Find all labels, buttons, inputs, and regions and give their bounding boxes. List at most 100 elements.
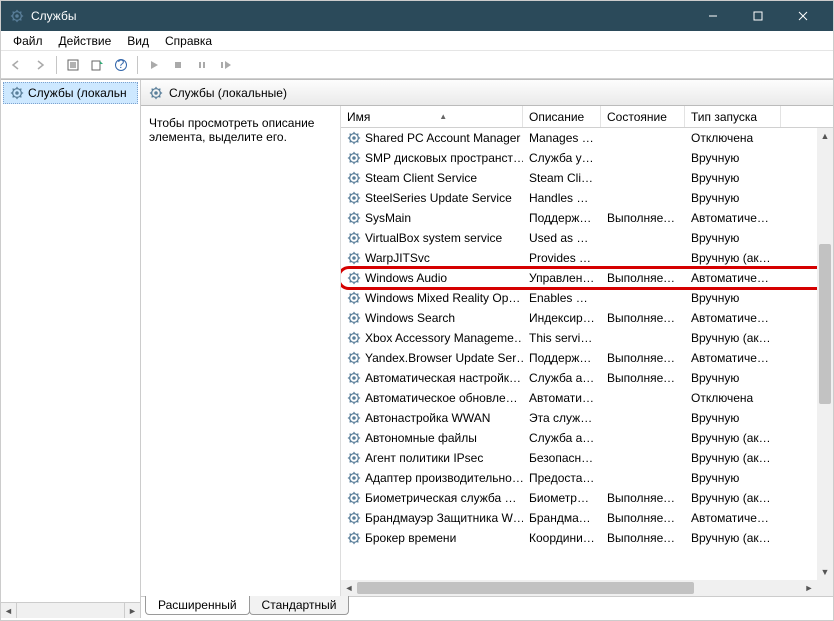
window-title: Службы — [31, 9, 76, 23]
service-status: Выполняется — [601, 211, 685, 225]
service-name: Yandex.Browser Update Ser… — [365, 351, 523, 365]
service-row[interactable]: WarpJITSvcProvides a …Вручную (ак… — [341, 248, 817, 268]
gear-icon — [347, 211, 361, 225]
service-desc: Used as a … — [523, 231, 601, 245]
pane-header: Службы (локальные) — [141, 80, 833, 106]
service-name: Windows Audio — [365, 271, 447, 285]
gear-icon — [347, 271, 361, 285]
service-row[interactable]: Steam Client Service Steam Clie… Вручную — [341, 168, 817, 188]
gear-icon — [347, 251, 361, 265]
service-name: Windows Mixed Reality Op… — [365, 291, 520, 305]
help-button[interactable]: ? — [110, 54, 132, 76]
service-startup: Вручную (ак… — [685, 251, 781, 265]
service-row[interactable]: Адаптер производительно…Предостав…Вручну… — [341, 468, 817, 488]
toolbar: ? — [1, 51, 833, 79]
properties-button[interactable] — [62, 54, 84, 76]
service-name: Агент политики IPsec — [365, 451, 483, 465]
service-startup: Вручную — [685, 191, 781, 205]
service-row[interactable]: Биометрическая служба …Биометри…Выполняе… — [341, 488, 817, 508]
service-name: Shared PC Account Manager — [365, 131, 520, 145]
maximize-button[interactable] — [735, 1, 780, 31]
service-row[interactable]: SysMainПоддержи…ВыполняетсяАвтоматиче… — [341, 208, 817, 228]
gear-icon — [347, 231, 361, 245]
service-startup: Вручную — [685, 231, 781, 245]
gear-icon — [347, 131, 361, 145]
service-row[interactable]: Автонастройка WWANЭта служб…Вручную — [341, 408, 817, 428]
service-row[interactable]: Автономные файлыСлужба ав…Вручную (ак… — [341, 428, 817, 448]
menu-help[interactable]: Справка — [157, 32, 220, 50]
service-name: Автоматическое обновле… — [365, 391, 518, 405]
forward-button[interactable] — [29, 54, 51, 76]
gear-icon — [347, 191, 361, 205]
service-name: VirtualBox system service — [365, 231, 502, 245]
service-desc: Эта служб… — [523, 411, 601, 425]
service-startup: Вручную — [685, 291, 781, 305]
service-row[interactable]: Shared PC Account ManagerManages p… Отклю… — [341, 128, 817, 148]
service-name: Steam Client Service — [365, 171, 477, 185]
tab-standard[interactable]: Стандартный — [249, 596, 350, 615]
tree-hscroll[interactable]: ◄► — [1, 602, 140, 618]
col-description[interactable]: Описание — [523, 106, 601, 127]
service-startup: Вручную (ак… — [685, 451, 781, 465]
service-desc: Служба уз… — [523, 151, 601, 165]
service-status: Выполняется — [601, 511, 685, 525]
col-startup[interactable]: Тип запуска — [685, 106, 781, 127]
tree-root-label: Службы (локальн — [28, 86, 127, 100]
vertical-scrollbar[interactable]: ▲▼ — [817, 128, 833, 580]
service-name: Брандмауэр Защитника W… — [365, 511, 523, 525]
service-row[interactable]: Автоматическое обновле…Автомати…Отключен… — [341, 388, 817, 408]
pane-title: Службы (локальные) — [169, 86, 287, 100]
service-name: Адаптер производительно… — [365, 471, 523, 485]
service-row[interactable]: Yandex.Browser Update Ser…Поддержи…Выпол… — [341, 348, 817, 368]
service-row[interactable]: VirtualBox system service Used as a … Вруч… — [341, 228, 817, 248]
gear-icon — [347, 391, 361, 405]
service-status: Выполняется — [601, 531, 685, 545]
service-row[interactable]: Windows AudioУправлен…ВыполняетсяАвтомат… — [341, 268, 817, 288]
service-desc: Автомати… — [523, 391, 601, 405]
service-startup: Вручную — [685, 411, 781, 425]
pause-button[interactable] — [191, 54, 213, 76]
service-startup: Вручную — [685, 171, 781, 185]
service-name: SysMain — [365, 211, 411, 225]
tree-root-services[interactable]: Службы (локальн — [3, 82, 138, 104]
tab-extended[interactable]: Расширенный — [145, 596, 250, 615]
service-desc: Координи… — [523, 531, 601, 545]
app-icon — [9, 8, 25, 24]
menubar: Файл Действие Вид Справка — [1, 31, 833, 51]
stop-button[interactable] — [167, 54, 189, 76]
restart-button[interactable] — [215, 54, 237, 76]
service-name: Xbox Accessory Manageme… — [365, 331, 523, 345]
service-desc: Handles u… — [523, 191, 601, 205]
start-button[interactable] — [143, 54, 165, 76]
service-row[interactable]: SteelSeries Update Service Handles u… Вруч… — [341, 188, 817, 208]
menu-view[interactable]: Вид — [119, 32, 157, 50]
close-button[interactable] — [780, 1, 825, 31]
service-desc: Безопасно… — [523, 451, 601, 465]
service-row[interactable]: Брокер времениКоордини…ВыполняетсяВручну… — [341, 528, 817, 548]
export-button[interactable] — [86, 54, 108, 76]
service-status: Выполняется — [601, 311, 685, 325]
service-row[interactable]: Windows Mixed Reality Op…Enables Mi…Вруч… — [341, 288, 817, 308]
menu-file[interactable]: Файл — [5, 32, 51, 50]
service-name: Биометрическая служба … — [365, 491, 517, 505]
services-list: Имя▲ Описание Состояние Тип запуска Shar… — [341, 106, 833, 596]
service-row[interactable]: Брандмауэр Защитника W…Брандмау…Выполняе… — [341, 508, 817, 528]
menu-action[interactable]: Действие — [51, 32, 120, 50]
gear-icon — [347, 411, 361, 425]
col-name[interactable]: Имя▲ — [341, 106, 523, 127]
service-desc: Manages p… — [523, 131, 601, 145]
service-startup: Отключена — [685, 131, 781, 145]
service-row[interactable]: Xbox Accessory Manageme…This servic…Вруч… — [341, 328, 817, 348]
service-desc: Служба ав… — [523, 371, 601, 385]
horizontal-scrollbar[interactable]: ◄► — [341, 580, 817, 596]
service-row[interactable]: SMP дисковых пространст…Служба уз…Вручну… — [341, 148, 817, 168]
service-desc: Steam Clie… — [523, 171, 601, 185]
back-button[interactable] — [5, 54, 27, 76]
service-row[interactable]: Автоматическая настройк…Служба ав…Выполн… — [341, 368, 817, 388]
minimize-button[interactable] — [690, 1, 735, 31]
service-row[interactable]: Windows SearchИндексир…ВыполняетсяАвтома… — [341, 308, 817, 328]
col-status[interactable]: Состояние — [601, 106, 685, 127]
service-name: SteelSeries Update Service — [365, 191, 512, 205]
service-startup: Вручную — [685, 151, 781, 165]
service-row[interactable]: Агент политики IPsec Безопасно… Вручную (а… — [341, 448, 817, 468]
